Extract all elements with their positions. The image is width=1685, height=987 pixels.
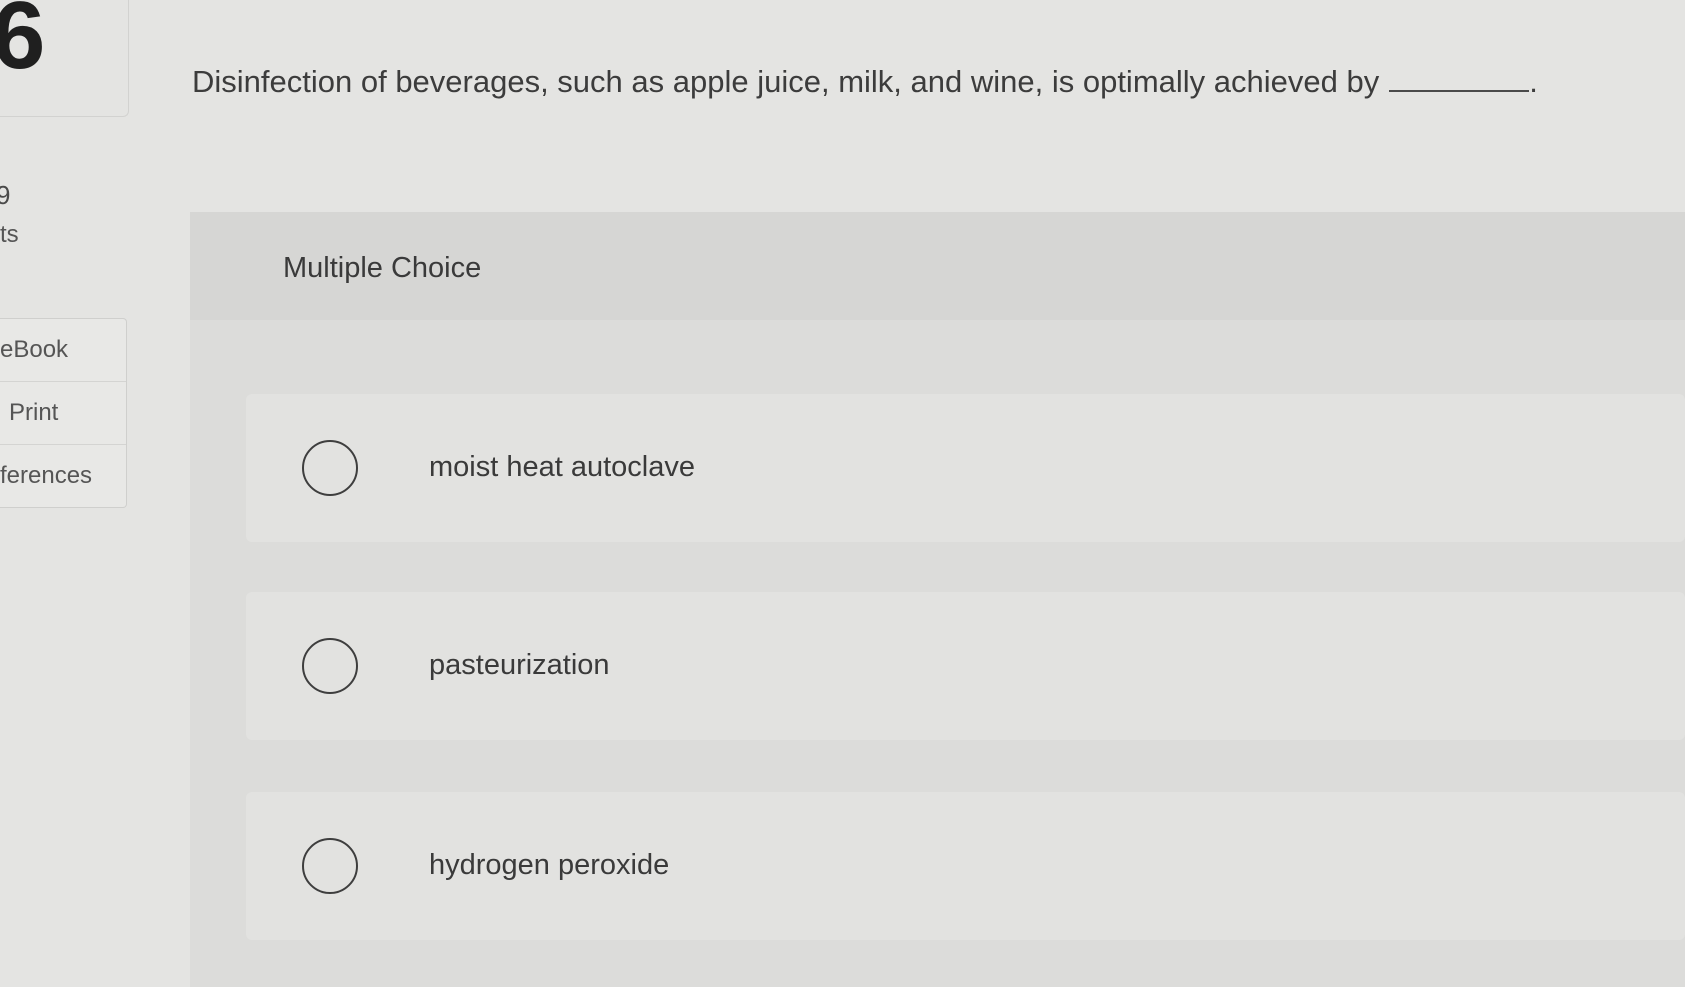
references-link[interactable]: ferences xyxy=(0,445,126,507)
answer-blank xyxy=(1389,90,1530,92)
answer-panel: Multiple Choice moist heat autoclave pas… xyxy=(190,212,1685,987)
panel-header: Multiple Choice xyxy=(190,212,1685,320)
ebook-link[interactable]: eBook xyxy=(0,319,126,382)
question-text: Disinfection of beverages, such as apple… xyxy=(192,64,1538,100)
question-prompt: Disinfection of beverages, such as apple… xyxy=(192,64,1380,99)
panel-title: Multiple Choice xyxy=(283,252,482,284)
option-label: hydrogen peroxide xyxy=(429,849,670,881)
option-hydrogen-peroxide[interactable]: hydrogen peroxide xyxy=(246,792,1685,940)
question-terminal: . xyxy=(1529,64,1538,99)
option-label: pasteurization xyxy=(429,649,610,681)
radio-icon[interactable] xyxy=(302,638,358,694)
print-link[interactable]: Print xyxy=(0,382,126,445)
question-number: 6 xyxy=(0,0,46,89)
option-moist-heat-autoclave[interactable]: moist heat autoclave xyxy=(246,394,1685,542)
option-pasteurization[interactable]: pasteurization xyxy=(246,592,1685,740)
side-menu: eBook Print ferences xyxy=(0,318,127,508)
points-value: 9 xyxy=(0,180,11,210)
points-label: ts xyxy=(0,221,19,248)
radio-icon[interactable] xyxy=(302,838,358,894)
radio-icon[interactable] xyxy=(302,440,358,496)
option-label: moist heat autoclave xyxy=(429,451,695,483)
